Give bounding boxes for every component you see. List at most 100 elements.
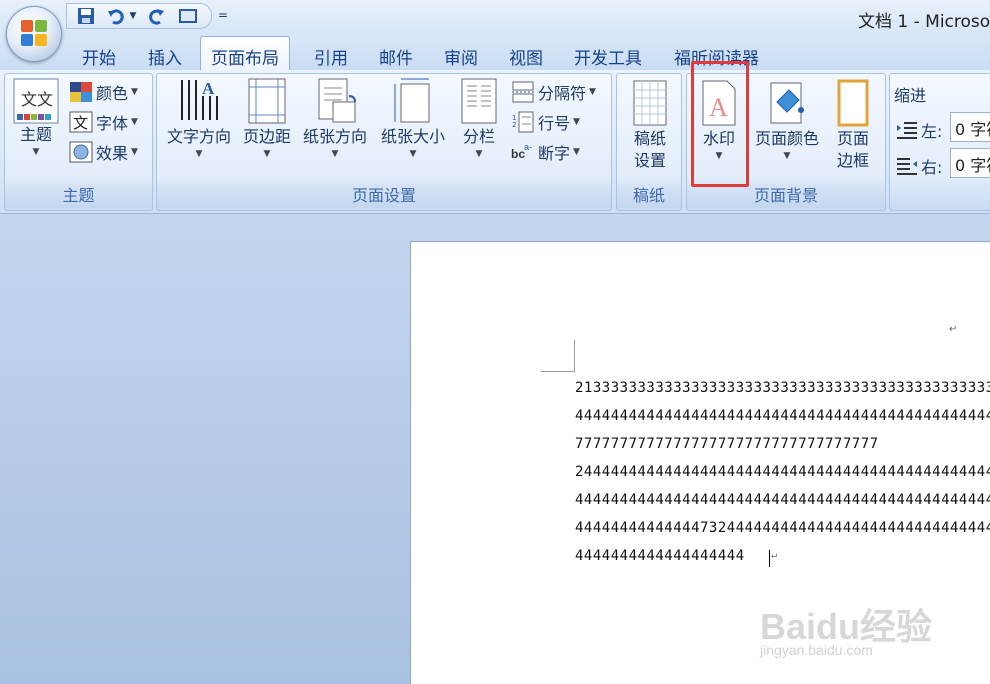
- document-line[interactable]: 4444444444444473244444444444444444444444…: [575, 520, 990, 536]
- baidu-watermark: Baidu经验 jingyan.baidu.com: [760, 578, 950, 668]
- window-title: 文档 1 - Microso: [858, 12, 990, 32]
- document-line[interactable]: 4444444444444444444444444444444444444444…: [575, 492, 990, 508]
- tab-mailings[interactable]: 邮件: [379, 42, 413, 70]
- margin-corner-mark: [541, 340, 575, 372]
- breaks-label: 分隔符: [538, 84, 587, 103]
- tab-page-layout[interactable]: 页面布局: [200, 36, 290, 70]
- tab-review[interactable]: 审阅: [444, 42, 478, 70]
- indent-heading: 缩进: [894, 86, 927, 105]
- columns-label: 分栏: [462, 127, 495, 146]
- theme-colors-label: 颜色: [96, 84, 129, 103]
- indent-right-icon: [897, 158, 917, 175]
- indent-right-row: 右:: [896, 154, 942, 178]
- document-line[interactable]: 7777777777777777777777777777777777: [575, 436, 879, 452]
- line-numbers-button[interactable]: 12 行号 ▼: [511, 110, 580, 134]
- indent-right-input[interactable]: 0 字符: [950, 148, 990, 178]
- page-color-label: 页面颜色: [754, 129, 819, 148]
- orientation-button[interactable]: 纸张方向 ▼: [297, 76, 373, 160]
- theme-colors-button[interactable]: 颜色 ▼: [69, 80, 138, 104]
- margins-button[interactable]: 页边距 ▼: [239, 76, 295, 160]
- quick-access-toolbar: ▼: [66, 3, 212, 29]
- margins-label: 页边距: [242, 127, 291, 146]
- page-border-label-line1: 页面: [836, 129, 869, 148]
- tab-developer[interactable]: 开发工具: [574, 42, 642, 70]
- tab-home[interactable]: 开始: [82, 42, 116, 70]
- tab-insert[interactable]: 插入: [148, 42, 182, 70]
- hyphenation-label: 断字: [538, 144, 571, 163]
- document-line[interactable]: 4444444444444444444444444444444444444444…: [575, 408, 990, 424]
- document-line[interactable]: 2133333333333333333333333333333333333333…: [575, 380, 990, 396]
- page-background-group-label: 页面背景: [687, 184, 885, 208]
- page-color-button[interactable]: 页面颜色 ▼: [749, 78, 825, 162]
- text-direction-button[interactable]: A 文字方向 ▼: [161, 76, 237, 160]
- chevron-down-icon: ▼: [783, 151, 791, 161]
- svg-text:2: 2: [512, 121, 516, 129]
- page-border-icon: [837, 79, 869, 127]
- page-setup-group: A 文字方向 ▼ 页边距 ▼ 纸张方向 ▼ 纸张大小 ▼ 分栏 ▼ 分隔符 ▼ …: [156, 73, 612, 211]
- themes-button[interactable]: 文文 主题 ▼: [11, 78, 61, 158]
- svg-text:A: A: [202, 79, 215, 98]
- text-direction-label: 文字方向: [166, 127, 231, 146]
- page-border-label-line2: 边框: [836, 151, 869, 170]
- breaks-button[interactable]: 分隔符 ▼: [511, 80, 596, 104]
- chevron-down-icon: ▼: [32, 147, 40, 157]
- chevron-down-icon: ▼: [589, 87, 596, 97]
- size-button[interactable]: 纸张大小 ▼: [375, 76, 451, 160]
- line-numbers-icon: 12: [512, 111, 534, 133]
- themes-group: 文文 主题 ▼ 颜色 ▼ 文 字体 ▼ 效果 ▼ 主题: [4, 73, 153, 211]
- chevron-down-icon: ▼: [263, 149, 271, 159]
- paragraph-group: 缩进 左: 0 字符 右: 0 字符: [889, 73, 990, 211]
- tab-view[interactable]: 视图: [509, 42, 543, 70]
- indent-left-row: 左:: [896, 118, 942, 142]
- page-setup-group-label: 页面设置: [157, 184, 611, 208]
- print-preview-icon[interactable]: [177, 6, 199, 26]
- chevron-down-icon: ▼: [195, 149, 203, 159]
- theme-colors-icon: [70, 82, 92, 102]
- text-cursor: [769, 550, 770, 567]
- watermark-highlight-box: [691, 61, 749, 187]
- hyphenation-button[interactable]: bc a- 断字 ▼: [511, 140, 580, 164]
- manuscript-settings-button[interactable]: 稿纸 设置: [621, 78, 679, 172]
- undo-icon[interactable]: [105, 6, 127, 26]
- end-paragraph-mark: ↵: [771, 550, 778, 561]
- ribbon: 文文 主题 ▼ 颜色 ▼ 文 字体 ▼ 效果 ▼ 主题 A 文字方向 ▼ 页边距…: [0, 70, 990, 214]
- manuscript-icon: [633, 80, 667, 126]
- breaks-icon: [512, 81, 534, 103]
- text-direction-icon: A: [181, 79, 218, 120]
- document-line[interactable]: 2444444444444444444444444444444444444444…: [575, 464, 990, 480]
- orientation-icon: [318, 78, 356, 123]
- page-color-icon: [770, 82, 804, 124]
- save-icon[interactable]: [75, 6, 97, 26]
- undo-dropdown-icon[interactable]: ▼: [127, 6, 139, 26]
- themes-group-label: 主题: [5, 184, 152, 208]
- theme-fonts-label: 字体: [96, 114, 129, 133]
- baidu-watermark-url: jingyan.baidu.com: [760, 642, 873, 658]
- page-border-button[interactable]: 页面 边框: [827, 78, 879, 172]
- theme-effects-button[interactable]: 效果 ▼: [69, 140, 138, 164]
- document-line[interactable]: 4444444444444444444: [575, 548, 745, 564]
- indent-right-label: 右:: [921, 158, 943, 177]
- chevron-down-icon: ▼: [131, 147, 138, 157]
- theme-effects-icon: [69, 141, 93, 163]
- chevron-down-icon: ▼: [131, 117, 138, 127]
- office-button[interactable]: [6, 6, 62, 62]
- line-numbers-label: 行号: [538, 114, 571, 133]
- indent-left-input[interactable]: 0 字符: [950, 112, 990, 142]
- chevron-down-icon: ▼: [573, 117, 580, 127]
- margins-icon: [248, 78, 286, 124]
- chevron-down-icon: ▼: [475, 149, 483, 159]
- hyphenation-icon: bca-: [511, 142, 532, 161]
- theme-fonts-button[interactable]: 文 字体 ▼: [69, 110, 138, 134]
- themes-icon: 文文: [13, 78, 59, 124]
- manuscript-group: 稿纸 设置 稿纸: [616, 73, 682, 211]
- svg-text:文文: 文文: [21, 90, 53, 109]
- redo-icon[interactable]: [145, 6, 167, 26]
- columns-button[interactable]: 分栏 ▼: [455, 76, 503, 160]
- svg-text:a-: a-: [524, 142, 532, 152]
- chevron-down-icon: ▼: [331, 149, 339, 159]
- customize-qat-icon[interactable]: =: [218, 8, 228, 22]
- ribbon-tabs: 开始 插入 页面布局 引用 邮件 审阅 视图 开发工具 福昕阅读器: [0, 36, 990, 70]
- chevron-down-icon: ▼: [409, 149, 417, 159]
- size-label: 纸张大小: [380, 127, 445, 146]
- tab-references[interactable]: 引用: [314, 42, 348, 70]
